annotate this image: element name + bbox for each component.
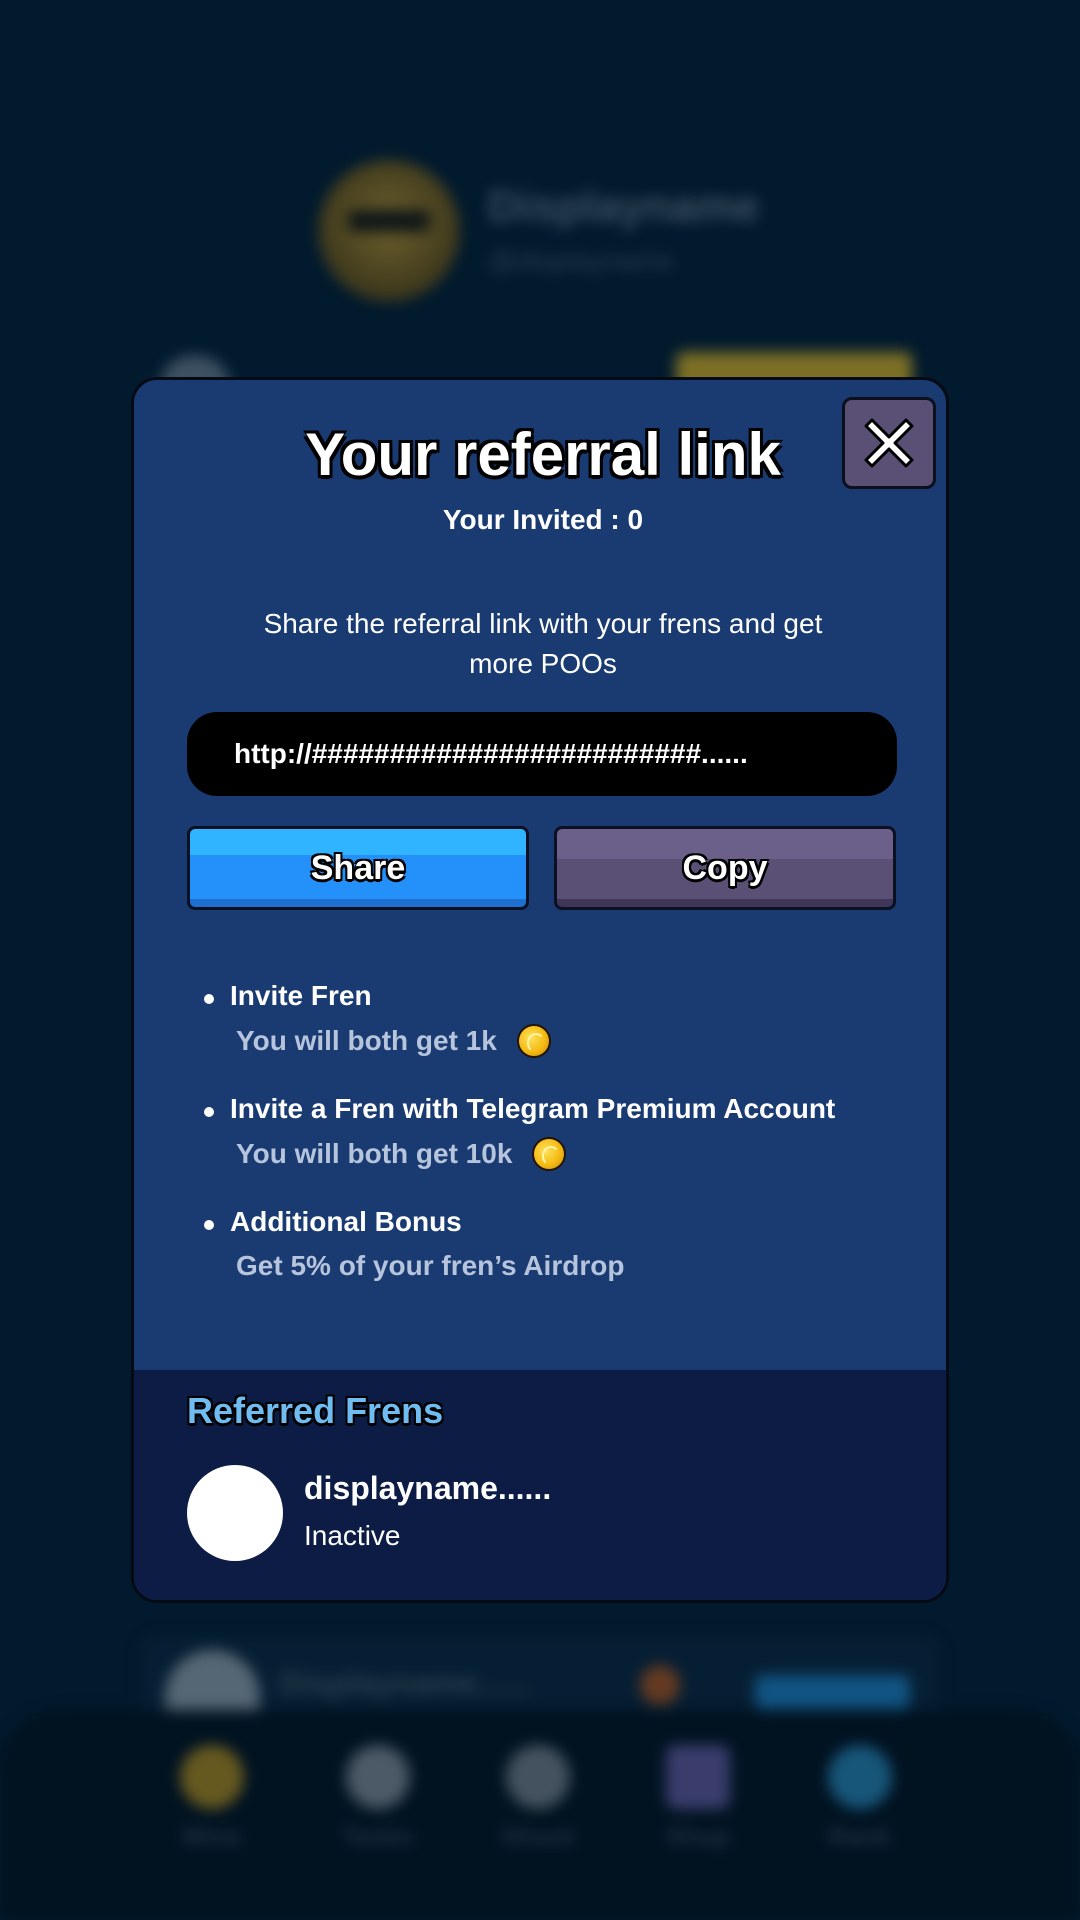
perk-description: Get 5% of your fren’s Airdrop	[236, 1250, 624, 1282]
avatar-sunglasses	[348, 210, 430, 232]
modal-title: Your referral link	[305, 421, 781, 488]
background-row-icon	[640, 1665, 680, 1705]
trophy-icon	[828, 1745, 892, 1809]
bullet	[204, 1107, 214, 1117]
shop-icon	[666, 1745, 730, 1809]
invited-count: Your Invited : 0	[442, 504, 644, 535]
perk-description-text: You will both get 10k	[236, 1138, 513, 1169]
fren-name: displayname......	[304, 1470, 552, 1506]
perk-title: Invite a Fren with Telegram Premium Acco…	[230, 1093, 836, 1124]
bullet	[204, 1220, 214, 1230]
perk-description: You will both get 10k	[236, 1137, 567, 1171]
referred-frens-section: Referred Frens displayname...... Inactiv…	[134, 1370, 946, 1600]
avatar	[187, 1465, 283, 1561]
background-row-button	[755, 1675, 910, 1709]
referred-frens-title: Referred Frens	[187, 1390, 444, 1431]
perk-description: You will both get 1k	[236, 1024, 551, 1058]
share-button[interactable]: Share	[187, 826, 529, 910]
bullet	[204, 994, 214, 1004]
nav-item-rank: Rank	[800, 1745, 920, 1852]
fren-status: Inactive	[304, 1520, 401, 1551]
rocket-icon	[346, 1745, 410, 1809]
referral-link-text: http://#########################......	[234, 738, 748, 769]
coin-icon	[180, 1745, 244, 1809]
profile-name: Displayname	[488, 182, 760, 231]
share-description: Share the referral link with your frens …	[263, 608, 823, 679]
coin-icon	[516, 1024, 551, 1058]
perk-description-text: Get 5% of your fren’s Airdrop	[236, 1250, 625, 1281]
nav-item-shoot: Shoot	[478, 1745, 598, 1852]
nav-label: Tasks	[342, 1821, 414, 1851]
nav-label: Rank	[828, 1821, 892, 1851]
hand-icon	[506, 1745, 570, 1809]
perk-description-text: You will both get 1k	[236, 1025, 497, 1056]
perk-title: Invite Fren	[230, 980, 372, 1011]
coin-icon	[532, 1137, 567, 1171]
referral-link-field[interactable]: http://#########################......	[187, 712, 897, 796]
nav-item-tasks: Tasks	[318, 1745, 438, 1852]
nav-label: Mine	[182, 1821, 242, 1851]
copy-button-label: Copy	[682, 848, 768, 887]
perk-title: Additional Bonus	[230, 1206, 462, 1237]
nav-label: Shop	[665, 1821, 731, 1851]
nav-item-mine: Mine	[152, 1745, 272, 1852]
share-button-label: Share	[310, 848, 406, 887]
profile-handle: @displayname	[488, 245, 674, 276]
nav-item-shop: Shop	[638, 1745, 758, 1852]
copy-button[interactable]: Copy	[554, 826, 896, 910]
background-row-name: Displayname......	[280, 1665, 531, 1701]
nav-label: Shoot	[501, 1821, 575, 1851]
referral-modal: Your referral link Your Invited : 0 Shar…	[131, 377, 949, 1603]
